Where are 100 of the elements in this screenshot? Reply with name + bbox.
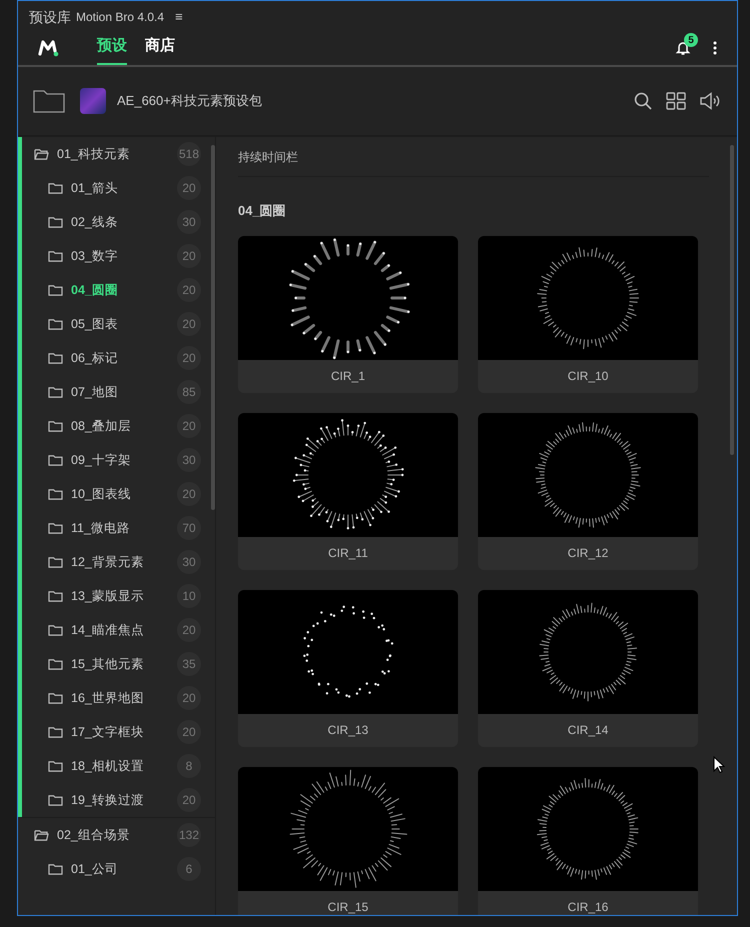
folder-icon[interactable] xyxy=(33,89,65,113)
folder-icon xyxy=(48,726,63,738)
more-options-icon[interactable] xyxy=(713,41,717,55)
folder-icon xyxy=(48,760,63,772)
tree-item[interactable]: 16_世界地图 20 xyxy=(22,681,215,715)
preset-name: CIR_13 xyxy=(326,722,370,739)
tree-item[interactable]: 06_标记 20 xyxy=(22,341,215,375)
folder-icon xyxy=(48,624,63,636)
preset-name: CIR_15 xyxy=(326,899,370,915)
tree-item[interactable]: 11_微电路 70 xyxy=(22,511,215,545)
folder-icon xyxy=(48,182,63,194)
folder-icon xyxy=(48,386,63,398)
tree-item[interactable]: 03_数字 20 xyxy=(22,239,215,273)
folder-open-icon xyxy=(34,148,49,160)
preset-card[interactable]: CIR_12 xyxy=(478,412,698,570)
tree-item[interactable]: 04_圆圈 20 xyxy=(22,273,215,307)
item-count: 85 xyxy=(177,380,201,404)
preset-card[interactable]: CIR_1 xyxy=(238,236,458,392)
item-label: 02_线条 xyxy=(71,214,119,231)
preset-name: CIR_1 xyxy=(330,368,366,385)
preset-card[interactable]: CIR_16 xyxy=(478,766,698,915)
item-count: 20 xyxy=(177,244,201,268)
item-count: 20 xyxy=(177,482,201,506)
tree-group-item[interactable]: 02_组合场景 132 xyxy=(22,818,215,852)
scrollbar[interactable] xyxy=(730,145,734,455)
panel-menu-button[interactable]: ≡ xyxy=(175,7,183,27)
folder-icon xyxy=(48,318,63,330)
search-icon[interactable] xyxy=(634,92,652,110)
item-count: 20 xyxy=(177,414,201,438)
item-label: 11_微电路 xyxy=(71,520,131,537)
tree-item[interactable]: 01_公司 6 xyxy=(22,852,215,886)
pack-thumbnail xyxy=(80,88,106,114)
item-label: 18_相机设置 xyxy=(71,758,145,775)
mouse-cursor-icon xyxy=(713,756,725,774)
item-count: 20 xyxy=(177,618,201,642)
folder-icon xyxy=(48,862,63,876)
section-title: 04_圆圈 xyxy=(238,202,287,220)
tree-item[interactable]: 15_其他元素 35 xyxy=(22,647,215,681)
tree-item[interactable]: 13_蒙版显示 10 xyxy=(22,579,215,613)
folder-icon xyxy=(48,522,63,534)
item-label: 08_叠加层 xyxy=(71,418,132,435)
item-label: 01_公司 xyxy=(71,860,119,878)
folder-icon xyxy=(48,488,63,500)
item-label: 04_圆圈 xyxy=(71,282,119,299)
preset-card[interactable]: CIR_10 xyxy=(478,236,698,392)
preset-name: CIR_16 xyxy=(566,899,610,915)
tree-group-item[interactable]: 01_科技元素 518 xyxy=(22,137,215,171)
folder-icon xyxy=(48,284,63,296)
item-label: 03_数字 xyxy=(71,248,119,265)
scrollbar[interactable] xyxy=(211,145,215,510)
item-count: 20 xyxy=(177,176,201,200)
item-label: 01_箭头 xyxy=(71,180,119,197)
item-count: 20 xyxy=(177,346,201,370)
item-count: 6 xyxy=(177,857,201,881)
item-count: 20 xyxy=(177,278,201,302)
grid-view-icon[interactable] xyxy=(666,92,686,110)
app-version: Motion Bro 4.0.4 xyxy=(76,9,164,26)
item-label: 15_其他元素 xyxy=(71,656,145,673)
tree-item[interactable]: 10_图表线 20 xyxy=(22,477,215,511)
tree-item[interactable]: 01_箭头 20 xyxy=(22,171,215,205)
item-label: 05_图表 xyxy=(71,316,119,333)
item-count: 132 xyxy=(177,823,201,847)
tree-item[interactable]: 09_十字架 30 xyxy=(22,443,215,477)
preset-card[interactable]: CIR_15 xyxy=(238,766,458,915)
preset-card[interactable]: CIR_13 xyxy=(238,590,458,746)
item-label: 16_世界地图 xyxy=(71,690,145,707)
folder-icon xyxy=(48,692,63,704)
folder-icon xyxy=(48,420,63,432)
pack-name: AE_660+科技元素预设包 xyxy=(117,92,262,110)
preset-card[interactable]: CIR_11 xyxy=(238,412,458,570)
item-label: 17_文字框块 xyxy=(71,724,145,741)
folder-open-icon xyxy=(34,828,49,842)
item-count: 10 xyxy=(177,584,201,608)
tree-item[interactable]: 05_图表 20 xyxy=(22,307,215,341)
item-label: 09_十字架 xyxy=(71,452,132,469)
item-count: 35 xyxy=(177,652,201,676)
item-count: 20 xyxy=(177,788,201,812)
item-label: 10_图表线 xyxy=(71,486,132,503)
item-count: 70 xyxy=(177,516,201,540)
folder-icon xyxy=(48,352,63,364)
tree-item[interactable]: 19_转换过渡 20 xyxy=(22,783,215,817)
item-count: 20 xyxy=(177,720,201,744)
preset-card[interactable]: CIR_14 xyxy=(478,590,698,746)
folder-icon xyxy=(48,794,63,806)
tree-item[interactable]: 08_叠加层 20 xyxy=(22,409,215,443)
preset-name: CIR_12 xyxy=(566,545,610,562)
tree-item[interactable]: 18_相机设置 8 xyxy=(22,749,215,783)
item-count: 30 xyxy=(177,448,201,472)
tree-item[interactable]: 17_文字框块 20 xyxy=(22,715,215,749)
folder-icon xyxy=(48,658,63,670)
logo-icon xyxy=(38,39,60,57)
nav-tab[interactable]: 商店 xyxy=(145,34,175,65)
tree-item[interactable]: 12_背景元素 30 xyxy=(22,545,215,579)
nav-tab[interactable]: 预设 xyxy=(97,34,127,65)
folder-icon xyxy=(48,216,63,228)
tree-item[interactable]: 07_地图 85 xyxy=(22,375,215,409)
speaker-icon[interactable] xyxy=(700,92,722,110)
tree-item[interactable]: 14_瞄准焦点 20 xyxy=(22,613,215,647)
tree-item[interactable]: 02_线条 30 xyxy=(22,205,215,239)
item-label: 19_转换过渡 xyxy=(71,792,145,809)
